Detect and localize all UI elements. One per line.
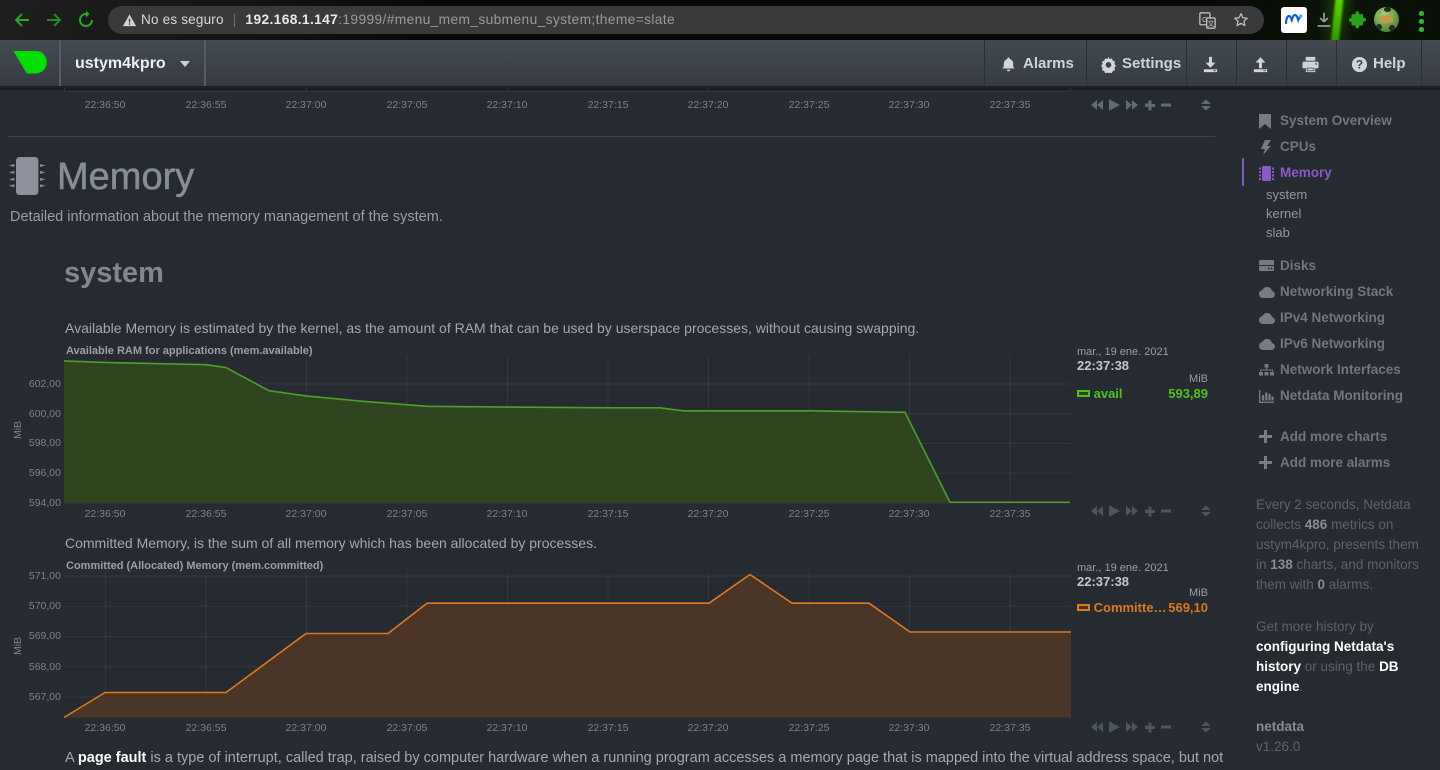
svg-text:文: 文 bbox=[1207, 19, 1214, 28]
svg-text:?: ? bbox=[1356, 57, 1363, 71]
